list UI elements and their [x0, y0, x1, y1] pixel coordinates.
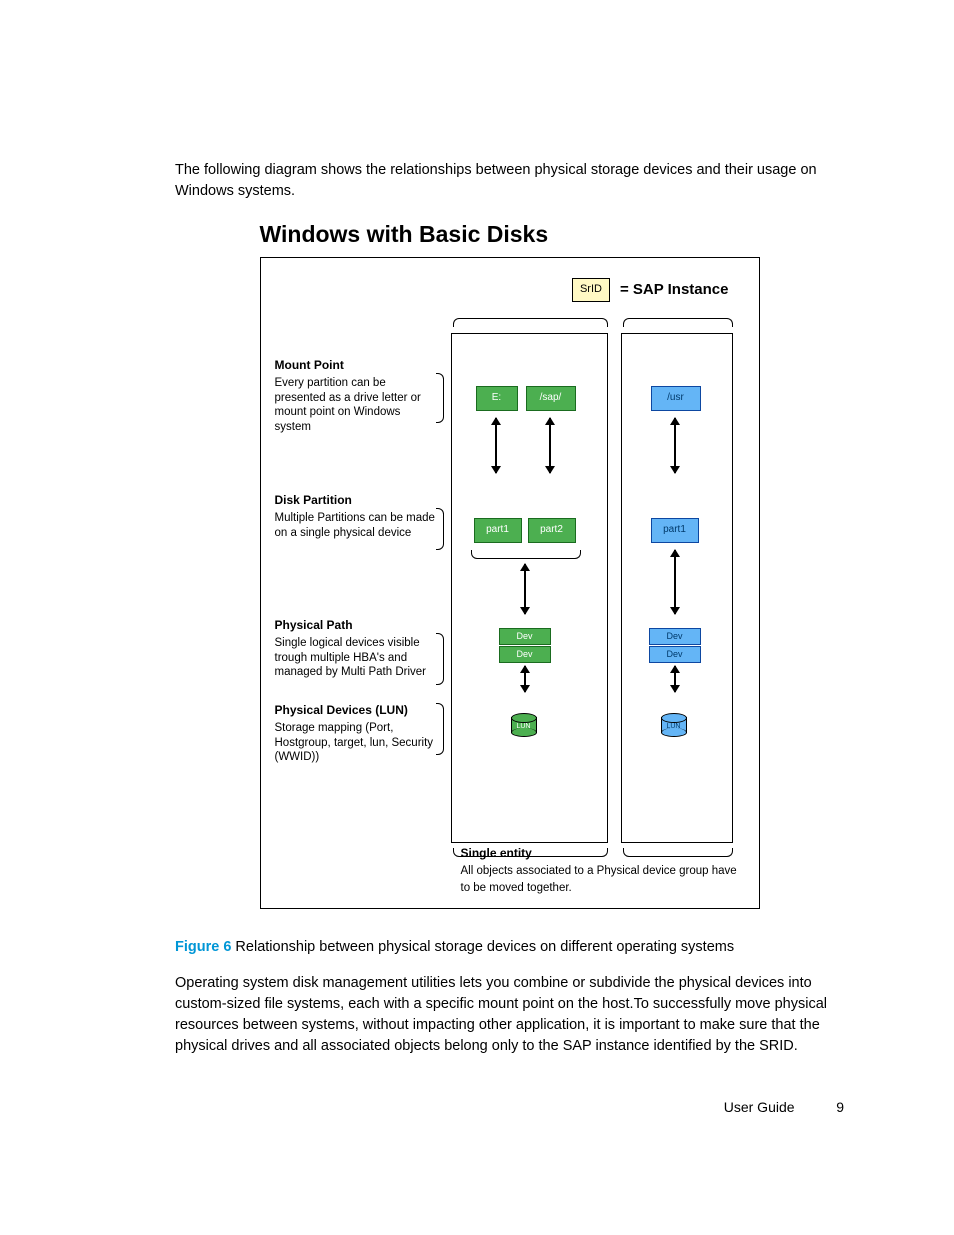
footer-page-number: 9	[814, 1097, 844, 1117]
box-part1-a: part1	[474, 518, 522, 543]
box-dev-b1: Dev	[649, 628, 701, 645]
label-partition-heading: Disk Partition	[275, 493, 440, 508]
brace-lun	[436, 703, 444, 755]
figure-label: Figure 6	[175, 939, 231, 955]
diagram-title: Windows with Basic Disks	[260, 218, 760, 251]
box-dev-a1: Dev	[499, 628, 551, 645]
figure-caption: Figure 6 Relationship between physical s…	[175, 937, 844, 958]
label-mount-text: Every partition can be presented as a dr…	[275, 377, 421, 432]
label-lun-heading: Physical Devices (LUN)	[275, 703, 440, 718]
label-partition: Disk Partition Multiple Partitions can b…	[275, 493, 440, 540]
arrow-a1	[495, 418, 497, 473]
box-usr: /usr	[651, 386, 701, 411]
page: The following diagram shows the relation…	[0, 0, 954, 1177]
box-sap: /sap/	[526, 386, 576, 411]
single-entity: Single entity All objects associated to …	[461, 845, 741, 896]
label-mount-heading: Mount Point	[275, 358, 440, 373]
box-dev-b2: Dev	[649, 646, 701, 663]
arrow-a2	[549, 418, 551, 473]
label-partition-text: Multiple Partitions can be made on a sin…	[275, 512, 435, 538]
lun-b: LUN	[661, 713, 687, 737]
footer-doc-title: User Guide	[724, 1099, 795, 1115]
label-lun: Physical Devices (LUN) Storage mapping (…	[275, 703, 440, 764]
label-lun-text: Storage mapping (Port, Hostgroup, target…	[275, 722, 434, 763]
top-brace-b	[623, 318, 733, 327]
single-entity-heading: Single entity	[461, 846, 532, 860]
legend-label: = SAP Instance	[620, 279, 729, 301]
arrow-b2	[674, 550, 676, 614]
label-path: Physical Path Single logical devices vis…	[275, 618, 440, 679]
legend: SrID = SAP Instance	[572, 278, 729, 302]
brace-path	[436, 633, 444, 685]
diagram-frame: SrID = SAP Instance Mount Point Every pa…	[260, 257, 760, 909]
lun-a: LUN	[511, 713, 537, 737]
lun-a-label: LUN	[511, 722, 537, 732]
arrow-a4	[524, 666, 526, 692]
figure-caption-text: Relationship between physical storage de…	[231, 939, 734, 955]
lun-b-label: LUN	[661, 722, 687, 732]
label-path-text: Single logical devices visible trough mu…	[275, 637, 426, 678]
label-path-heading: Physical Path	[275, 618, 440, 633]
top-brace-a	[453, 318, 608, 327]
arrow-b1	[674, 418, 676, 473]
body-paragraph: Operating system disk management utiliti…	[175, 973, 844, 1057]
brace-partition	[436, 508, 444, 550]
box-part2-a: part2	[528, 518, 576, 543]
intro-paragraph: The following diagram shows the relation…	[175, 160, 844, 202]
box-dev-a2: Dev	[499, 646, 551, 663]
srid-box: SrID	[572, 278, 610, 302]
brace-parts-a	[471, 550, 581, 559]
figure-6: Windows with Basic Disks SrID = SAP Inst…	[260, 218, 760, 909]
box-e-drive: E:	[476, 386, 518, 411]
arrow-b3	[674, 666, 676, 692]
page-footer: User Guide 9	[175, 1097, 844, 1117]
arrow-a3	[524, 564, 526, 614]
label-mount: Mount Point Every partition can be prese…	[275, 358, 440, 434]
single-entity-text: All objects associated to a Physical dev…	[461, 865, 737, 894]
brace-mount	[436, 373, 444, 423]
box-part1-b: part1	[651, 518, 699, 543]
